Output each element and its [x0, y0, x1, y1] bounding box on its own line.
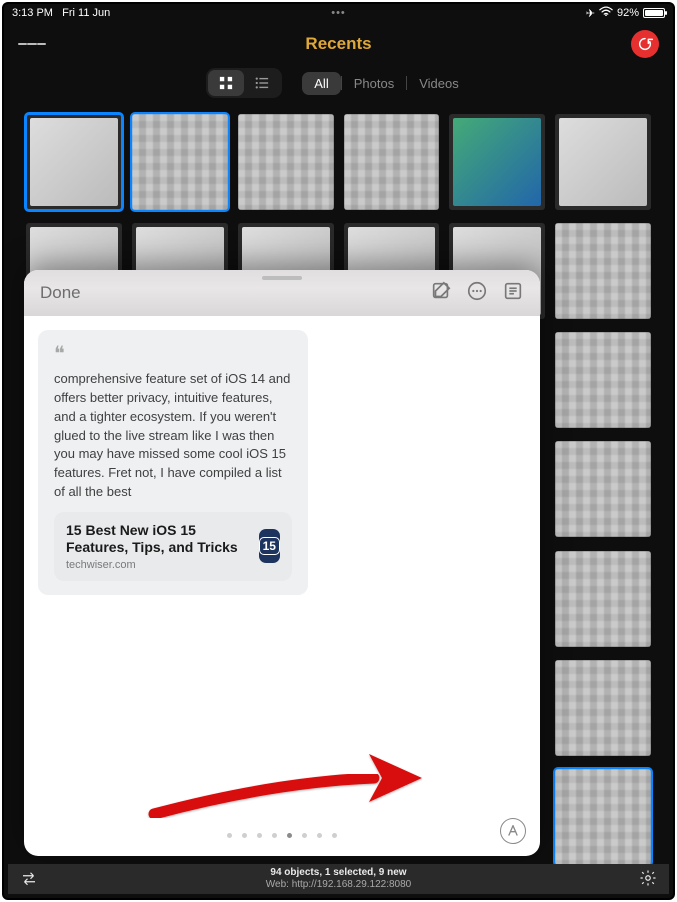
- thumbnail[interactable]: [555, 551, 651, 647]
- thumbnail[interactable]: [344, 114, 440, 210]
- battery-pct: 92%: [617, 7, 639, 19]
- thumbnail[interactable]: [555, 769, 651, 865]
- thumbnail[interactable]: [555, 223, 651, 319]
- markup-button[interactable]: [500, 818, 526, 844]
- airplane-icon: ✈︎: [586, 7, 595, 20]
- transfer-button[interactable]: [20, 869, 38, 890]
- bottom-bar: 94 objects, 1 selected, 9 new Web: http:…: [8, 864, 669, 894]
- settings-button[interactable]: [639, 869, 657, 890]
- status-date: Fri 11 Jun: [62, 7, 110, 19]
- sheet-body: ❝ comprehensive feature set of iOS 14 an…: [24, 316, 540, 856]
- thumbnail[interactable]: [449, 114, 545, 210]
- filter-videos[interactable]: Videos: [407, 72, 471, 95]
- status-right: ✈︎ 92%: [586, 6, 665, 20]
- status-text: 94 objects, 1 selected, 9 new Web: http:…: [266, 867, 412, 891]
- filter-photos[interactable]: Photos: [342, 72, 406, 95]
- quote-card[interactable]: ❝ comprehensive feature set of iOS 14 an…: [38, 330, 308, 595]
- compose-icon[interactable]: [430, 280, 452, 307]
- quote-icon: ❝: [54, 344, 292, 364]
- filter-segment: All Photos Videos: [302, 72, 470, 95]
- page-title: Recents: [305, 34, 371, 54]
- battery-icon: [643, 8, 665, 18]
- link-preview[interactable]: 15 Best New iOS 15 Features, Tips, and T…: [54, 512, 292, 581]
- note-text: comprehensive feature set of iOS 14 and …: [54, 370, 292, 502]
- sync-button[interactable]: [631, 30, 659, 58]
- sheet-actions: [430, 280, 524, 307]
- menu-button[interactable]: [18, 30, 46, 58]
- notes-list-icon[interactable]: [502, 280, 524, 307]
- toolbar: All Photos Videos: [4, 66, 673, 100]
- done-button[interactable]: Done: [40, 283, 81, 303]
- nav-bar: Recents: [4, 22, 673, 66]
- link-source: techwiser.com: [66, 559, 259, 571]
- grid-view-button[interactable]: [208, 70, 244, 96]
- thumbnail[interactable]: [26, 114, 122, 210]
- status-line-2: Web: http://192.168.29.122:8080: [266, 879, 412, 891]
- view-toggle: [206, 68, 282, 98]
- link-title: 15 Best New iOS 15 Features, Tips, and T…: [66, 522, 259, 557]
- thumbnail[interactable]: [555, 441, 651, 537]
- link-thumbnail: 15: [259, 529, 280, 563]
- wifi-icon: [599, 6, 613, 20]
- status-line-1: 94 objects, 1 selected, 9 new: [266, 867, 412, 879]
- thumbnail[interactable]: [555, 660, 651, 756]
- more-icon[interactable]: [466, 280, 488, 307]
- multitask-dots[interactable]: •••: [331, 7, 346, 19]
- status-left: 3:13 PM Fri 11 Jun: [12, 7, 110, 19]
- status-time: 3:13 PM: [12, 7, 53, 19]
- thumbnail[interactable]: [555, 332, 651, 428]
- list-view-button[interactable]: [244, 70, 280, 96]
- thumbnail[interactable]: [555, 114, 651, 210]
- filter-all[interactable]: All: [302, 72, 340, 95]
- sheet-toolbar: Done: [24, 270, 540, 316]
- page-dots[interactable]: [227, 833, 337, 838]
- thumbnail[interactable]: [132, 114, 228, 210]
- status-bar: 3:13 PM Fri 11 Jun ••• ✈︎ 92%: [4, 4, 673, 22]
- quick-note-sheet[interactable]: Done ❝ comprehensive feature set of iOS …: [24, 270, 540, 856]
- thumbnail[interactable]: [238, 114, 334, 210]
